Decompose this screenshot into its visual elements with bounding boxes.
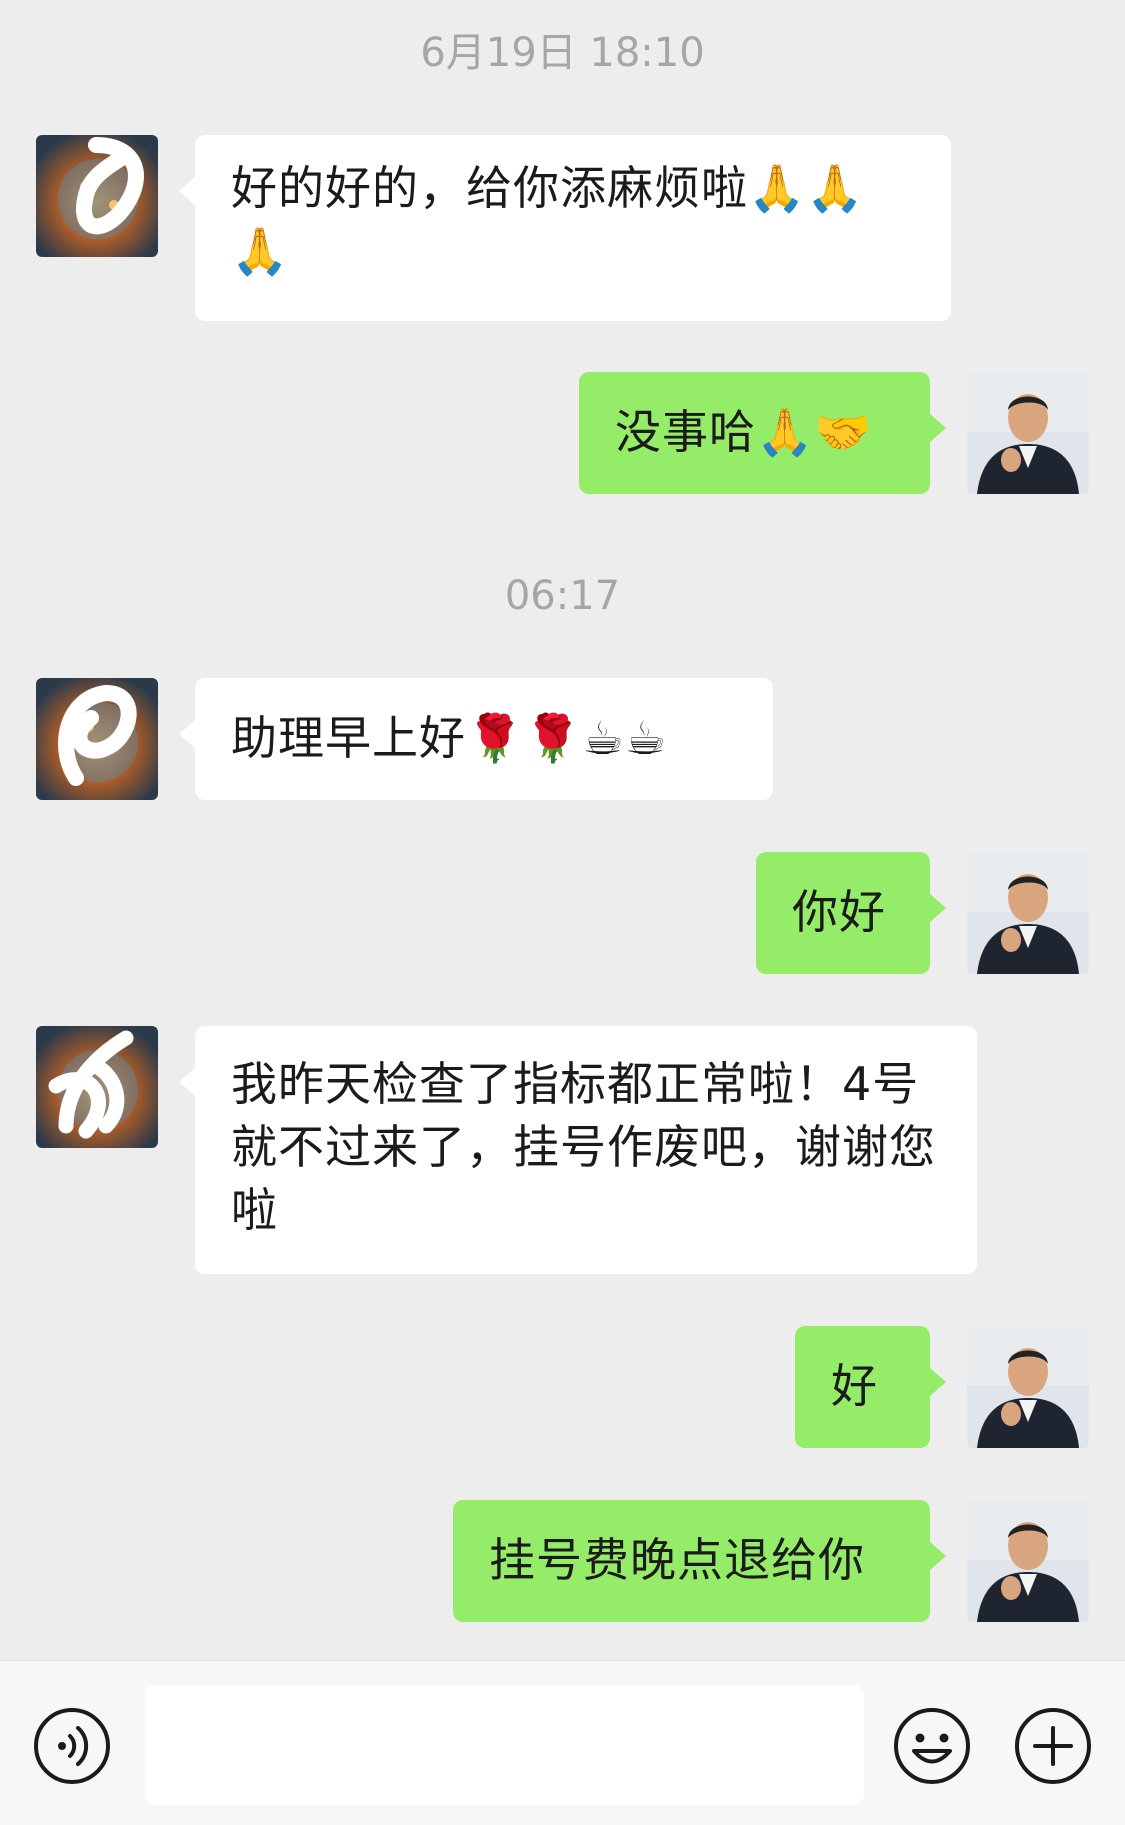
contact-avatar-image: [36, 1026, 158, 1148]
contact-avatar[interactable]: [36, 1026, 158, 1148]
message-text: 没事哈🙏🤝: [615, 405, 873, 459]
voice-icon[interactable]: [32, 1706, 112, 1786]
contact-avatar-image: [36, 678, 158, 800]
message-input[interactable]: [145, 1685, 864, 1805]
user-avatar[interactable]: [967, 372, 1089, 494]
message-bubble-received[interactable]: 好的好的，给你添麻烦啦🙏🙏🙏: [179, 135, 951, 321]
user-avatar[interactable]: [967, 1326, 1089, 1448]
message-text: 你好: [792, 885, 886, 939]
message-text: 助理早上好🌹🌹☕☕: [231, 711, 668, 765]
user-avatar[interactable]: [967, 1500, 1089, 1622]
message-text: 我昨天检查了指标都正常啦！4号就不过来了，挂号作废吧，谢谢您啦: [231, 1057, 936, 1237]
timestamp: 6月19日 18:10: [420, 30, 705, 76]
message-bubble-sent[interactable]: 好: [795, 1326, 946, 1448]
message-bubble-received[interactable]: 助理早上好🌹🌹☕☕: [179, 678, 773, 800]
user-avatar[interactable]: [967, 852, 1089, 974]
message-bubble-sent[interactable]: 你好: [756, 852, 946, 974]
add-icon[interactable]: [1013, 1706, 1093, 1786]
emoji-icon[interactable]: [892, 1706, 972, 1786]
message-text: 好的好的，给你添麻烦啦🙏🙏🙏: [231, 161, 865, 278]
message-bubble-received[interactable]: 我昨天检查了指标都正常啦！4号就不过来了，挂号作废吧，谢谢您啦: [179, 1026, 977, 1274]
input-bar: [0, 1660, 1125, 1825]
message-text: 挂号费晚点退给你: [489, 1533, 865, 1587]
message-bubble-sent[interactable]: 没事哈🙏🤝: [579, 372, 946, 494]
contact-avatar[interactable]: [36, 678, 158, 800]
chat-area[interactable]: 6月19日 18:10 好的好的，给你添麻烦啦🙏🙏🙏 没事哈🙏🤝 06:17 助…: [0, 0, 1125, 1660]
user-avatar-image: [967, 372, 1089, 494]
contact-avatar-image: [36, 135, 158, 257]
user-avatar-image: [967, 1326, 1089, 1448]
timestamp: 06:17: [504, 573, 621, 619]
user-avatar-image: [967, 1500, 1089, 1622]
user-avatar-image: [967, 852, 1089, 974]
message-bubble-sent[interactable]: 挂号费晚点退给你: [453, 1500, 946, 1622]
contact-avatar[interactable]: [36, 135, 158, 257]
message-text: 好: [831, 1359, 878, 1413]
